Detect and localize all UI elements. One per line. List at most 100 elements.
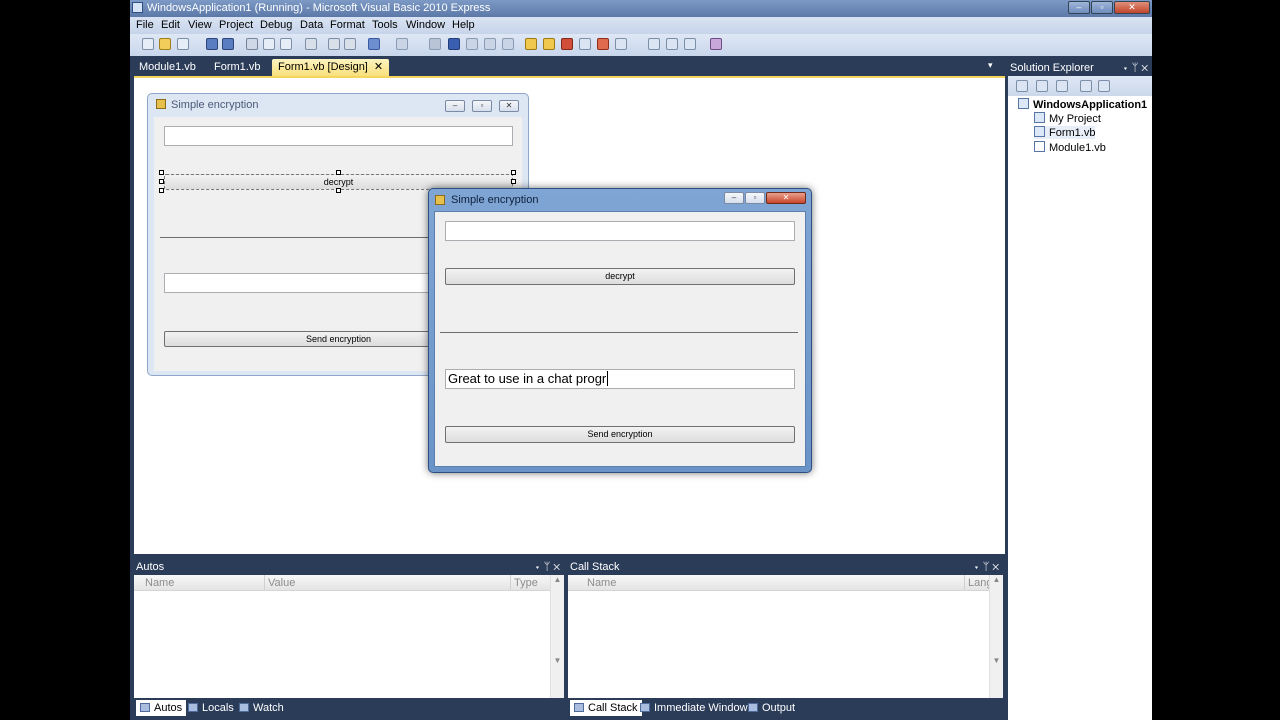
resize-handle[interactable] [159, 170, 164, 175]
refresh-icon[interactable] [1036, 80, 1048, 92]
comment-icon[interactable] [328, 38, 340, 50]
send-encryption-button[interactable]: Send encryption [445, 426, 795, 443]
close-tab-icon[interactable]: ✕ [374, 61, 383, 73]
running-maximize-button[interactable]: ▫ [745, 192, 765, 204]
running-form-client: decrypt Great to use in a chat progr Sen… [434, 211, 806, 467]
key-textbox[interactable] [445, 221, 795, 241]
tab-dropdown-icon[interactable]: ▾ [988, 60, 993, 71]
undo-icon[interactable] [368, 38, 380, 50]
view-designer-icon[interactable] [1098, 80, 1110, 92]
tree-item-label: Form1.vb [1049, 127, 1096, 139]
menu-help[interactable]: Help [452, 19, 475, 31]
ide-window: WindowsApplication1 (Running) - Microsof… [130, 0, 1152, 720]
solution-explorer-title: Solution Explorer [1010, 62, 1094, 74]
decrypt-button[interactable]: decrypt [445, 268, 795, 285]
step-over-icon[interactable] [484, 38, 496, 50]
menu-format[interactable]: Format [330, 19, 365, 31]
solution-explorer-icon[interactable] [525, 38, 537, 50]
add-item-icon[interactable] [177, 38, 189, 50]
running-form-window[interactable]: Simple encryption – ▫ ✕ decrypt Great to… [428, 188, 812, 473]
tab-label: Output [762, 702, 796, 714]
view-code-icon[interactable] [1080, 80, 1092, 92]
watch-icon [239, 703, 249, 712]
step-out-icon[interactable] [502, 38, 514, 50]
panel-pin-close-icons[interactable]: ▾ ᛘ ✕ [973, 560, 999, 575]
object-browser-icon[interactable] [579, 38, 591, 50]
restore-button[interactable]: ▫ [1091, 1, 1113, 14]
running-minimize-button[interactable]: – [724, 192, 744, 204]
minimize-button[interactable]: – [1068, 1, 1090, 14]
resize-handle[interactable] [159, 188, 164, 193]
menu-window[interactable]: Window [406, 19, 445, 31]
tree-item-module1[interactable]: Module1.vb [1034, 141, 1106, 154]
tab-call-stack[interactable]: Call Stack [570, 700, 642, 716]
tab-module1[interactable]: Module1.vb [133, 59, 202, 76]
tab-label: Immediate Window [654, 702, 748, 714]
properties-icon[interactable] [1056, 80, 1068, 92]
message-textbox[interactable]: Great to use in a chat progr [445, 369, 795, 389]
tab-autos[interactable]: Autos [136, 700, 187, 716]
callstack-title: Call Stack [570, 561, 620, 573]
extension-manager-icon[interactable] [710, 38, 722, 50]
menu-edit[interactable]: Edit [161, 19, 180, 31]
paste-icon[interactable] [280, 38, 292, 50]
resize-handle[interactable] [336, 188, 341, 193]
resize-handle[interactable] [511, 179, 516, 184]
new-project-icon[interactable] [142, 38, 154, 50]
step-into-icon[interactable] [466, 38, 478, 50]
close-button[interactable]: ✕ [1114, 1, 1150, 14]
locals-icon [188, 703, 198, 712]
tab-form1-design[interactable]: Form1.vb [Design] ✕ [272, 59, 390, 76]
resize-handle[interactable] [159, 179, 164, 184]
menu-data[interactable]: Data [300, 19, 323, 31]
cut-icon[interactable] [246, 38, 258, 50]
design-key-textbox[interactable] [164, 126, 513, 146]
tab-label: Locals [202, 702, 234, 714]
column-name[interactable]: Name [587, 577, 616, 589]
text-caret [607, 371, 609, 386]
start-page-icon[interactable] [615, 38, 627, 50]
find-icon[interactable] [305, 38, 317, 50]
panel-pin-close-icons[interactable]: ▾ ᛘ ✕ [1122, 60, 1148, 76]
tab-watch[interactable]: Watch [235, 700, 288, 716]
tree-item-form1[interactable]: Form1.vb [1034, 126, 1096, 139]
tree-item-my-project[interactable]: My Project [1034, 112, 1101, 125]
column-type[interactable]: Type [514, 577, 538, 589]
immediate-window-icon[interactable] [666, 38, 678, 50]
copy-icon[interactable] [263, 38, 275, 50]
redo-icon[interactable] [396, 38, 408, 50]
menu-view[interactable]: View [188, 19, 212, 31]
save-all-icon[interactable] [222, 38, 234, 50]
column-value[interactable]: Value [268, 577, 295, 589]
menu-project[interactable]: Project [219, 19, 253, 31]
save-icon[interactable] [206, 38, 218, 50]
tab-form1[interactable]: Form1.vb [208, 59, 266, 76]
uncomment-icon[interactable] [344, 38, 356, 50]
open-icon[interactable] [159, 38, 171, 50]
design-close-icon: ✕ [499, 100, 519, 112]
menu-tools[interactable]: Tools [372, 19, 398, 31]
resize-handle[interactable] [511, 170, 516, 175]
tree-item-solution[interactable]: WindowsApplication1 [1018, 98, 1147, 111]
menu-file[interactable]: File [136, 19, 154, 31]
properties-icon[interactable] [543, 38, 555, 50]
menu-debug[interactable]: Debug [260, 19, 292, 31]
command-window-icon[interactable] [684, 38, 696, 50]
running-close-button[interactable]: ✕ [766, 192, 806, 204]
tab-immediate-window[interactable]: Immediate Window [636, 700, 752, 716]
autos-scrollbar[interactable]: ▲ ▼ [550, 575, 564, 698]
error-list-icon[interactable] [597, 38, 609, 50]
output-window-icon[interactable] [648, 38, 660, 50]
tab-locals[interactable]: Locals [184, 700, 238, 716]
design-maximize-icon: ▫ [472, 100, 492, 112]
callstack-scrollbar[interactable]: ▲ ▼ [989, 575, 1003, 698]
resize-handle[interactable] [336, 170, 341, 175]
show-all-files-icon[interactable] [1016, 80, 1028, 92]
panel-pin-close-icons[interactable]: ▾ ᛘ ✕ [534, 560, 560, 575]
stop-debugging-icon[interactable] [448, 38, 460, 50]
start-debugging-icon[interactable] [429, 38, 441, 50]
toolbox-icon[interactable] [561, 38, 573, 50]
column-name[interactable]: Name [145, 577, 174, 589]
tab-output[interactable]: Output [744, 700, 799, 716]
solution-explorer-header: Solution Explorer ▾ ᛘ ✕ [1008, 60, 1152, 76]
